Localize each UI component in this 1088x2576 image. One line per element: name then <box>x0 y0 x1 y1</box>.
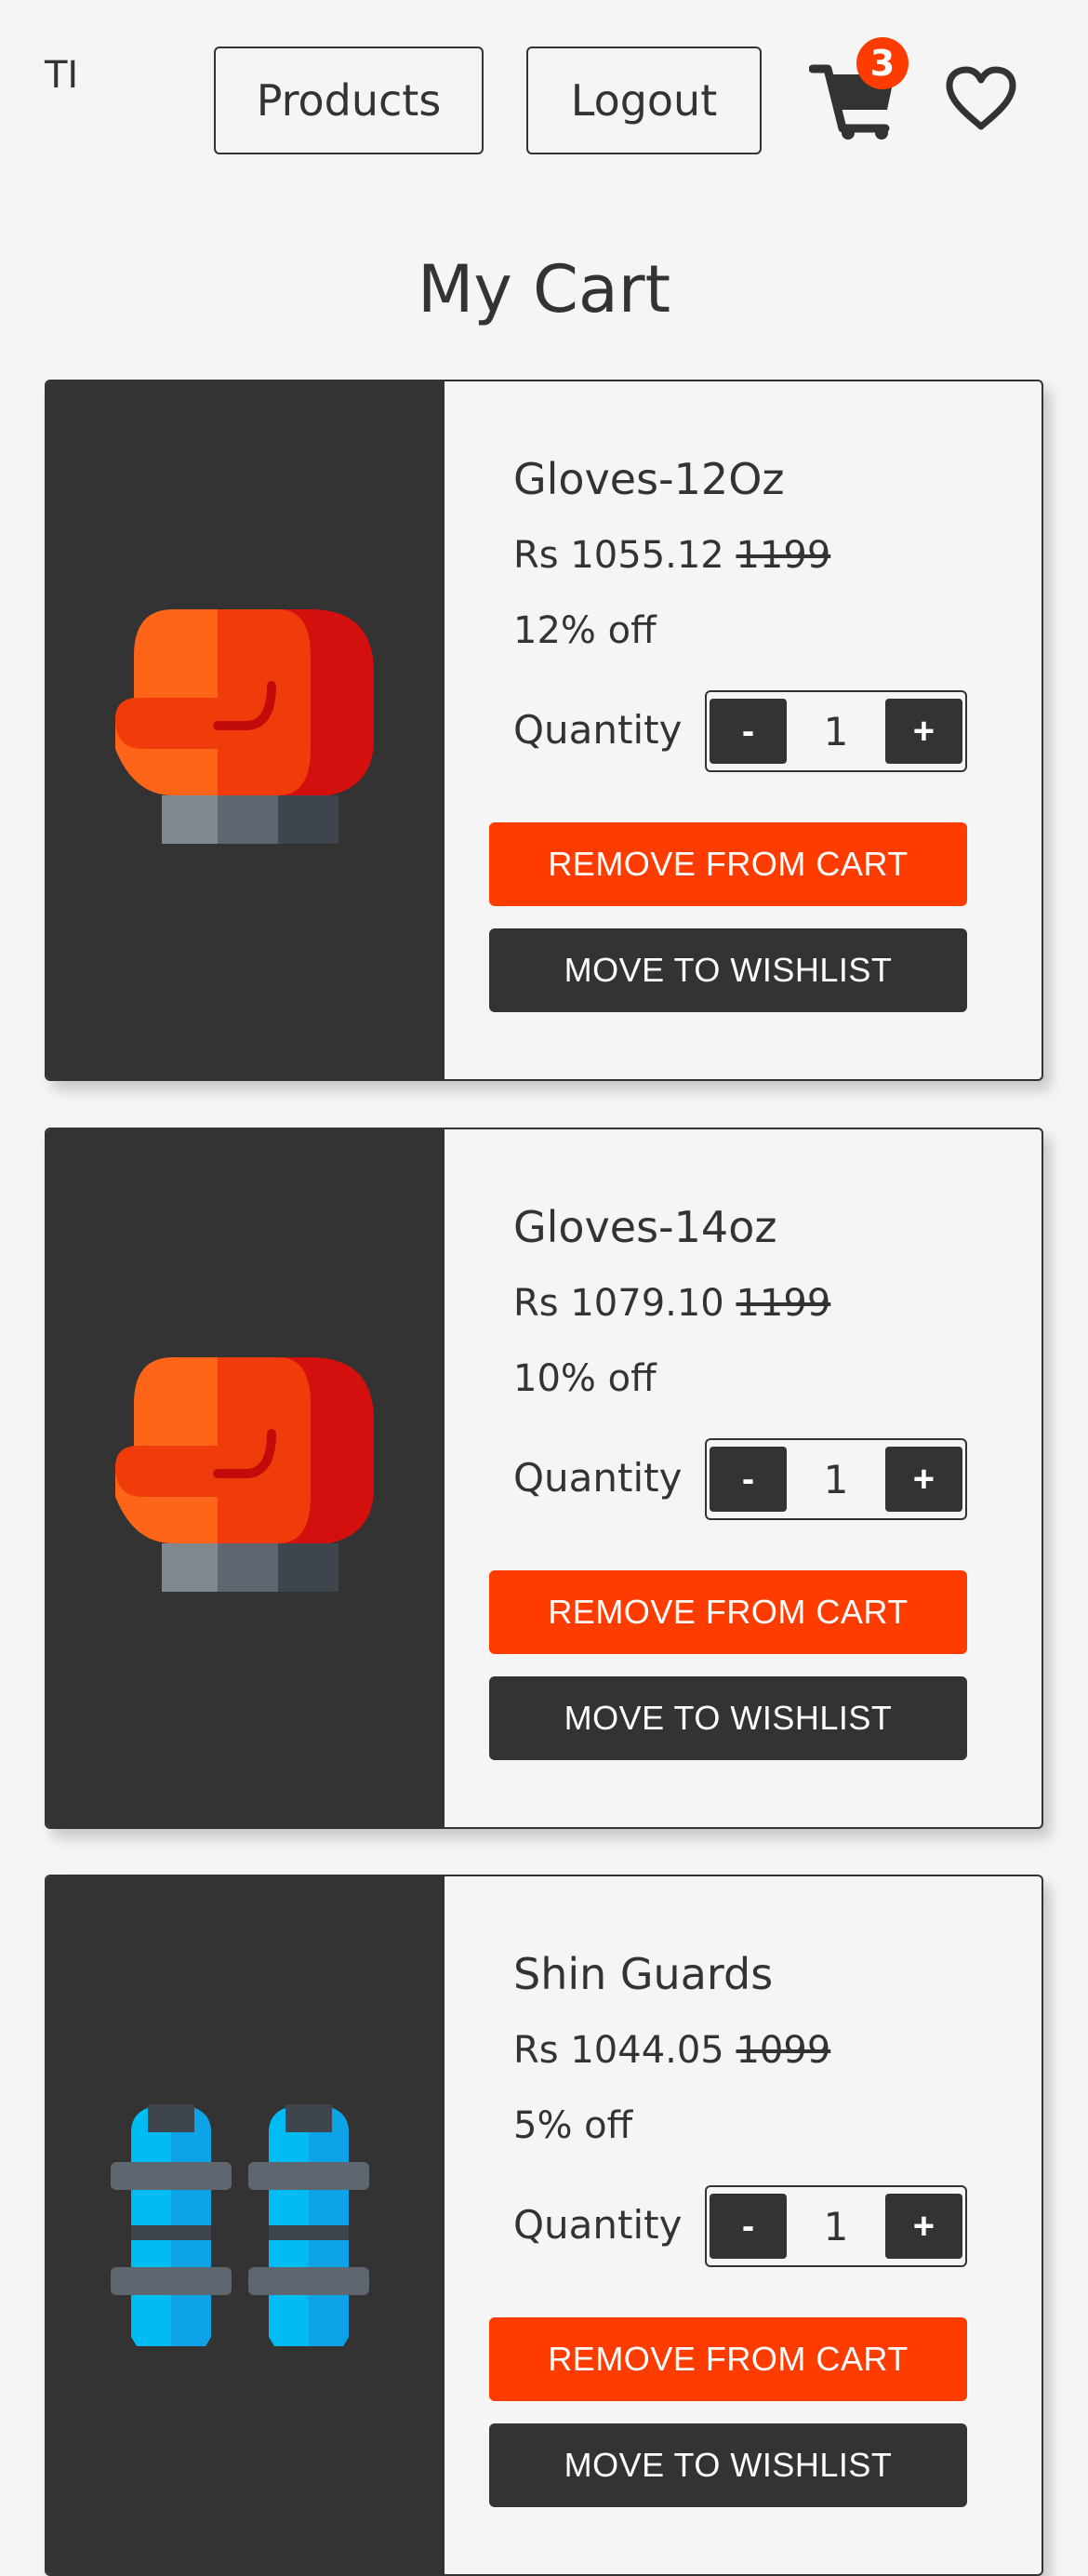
product-name: Shin Guards <box>513 1949 774 1999</box>
quantity-stepper: - 1 + <box>705 1438 967 1520</box>
remove-from-cart-button[interactable]: REMOVE FROM CART <box>489 1570 967 1654</box>
quantity-value: 1 <box>823 2203 849 2249</box>
discount-label: 12% off <box>513 609 657 652</box>
product-name: Gloves-14oz <box>513 1202 777 1252</box>
remove-from-cart-button[interactable]: REMOVE FROM CART <box>489 822 967 906</box>
cart-count-badge: 3 <box>856 37 909 89</box>
discounted-price: Rs 1044.05 <box>513 2029 724 2072</box>
logout-button[interactable]: Logout <box>526 47 762 154</box>
product-image <box>46 1876 444 2574</box>
increment-button[interactable]: + <box>884 1447 962 1512</box>
shin-guards-icon <box>111 2104 369 2346</box>
original-price: 1199 <box>736 534 831 577</box>
products-button[interactable]: Products <box>214 47 484 154</box>
quantity-value: 1 <box>823 1456 849 1502</box>
increment-button[interactable]: + <box>884 2194 962 2259</box>
product-details: Gloves-12Oz Rs 1055.12 1199 12% off Quan… <box>444 381 1042 1079</box>
product-image <box>46 1129 444 1827</box>
discounted-price: Rs 1055.12 <box>513 534 724 577</box>
product-price: Rs 1079.10 1199 <box>513 1282 830 1325</box>
increment-button[interactable]: + <box>884 699 962 764</box>
decrement-button[interactable]: - <box>710 699 787 764</box>
move-to-wishlist-button[interactable]: MOVE TO WISHLIST <box>489 928 967 1012</box>
move-to-wishlist-button[interactable]: MOVE TO WISHLIST <box>489 2423 967 2507</box>
quantity-label: Quantity <box>513 707 683 753</box>
discount-label: 10% off <box>513 1357 657 1400</box>
product-details: Shin Guards Rs 1044.05 1099 5% off Quant… <box>444 1876 1042 2574</box>
quantity-label: Quantity <box>513 2202 683 2248</box>
original-price: 1199 <box>736 1282 831 1325</box>
logo: TI <box>45 54 79 97</box>
cart-item-card: Shin Guards Rs 1044.05 1099 5% off Quant… <box>45 1875 1043 2576</box>
cart-item-card: Gloves-12Oz Rs 1055.12 1199 12% off Quan… <box>45 380 1043 1081</box>
cart-item-card: Gloves-14oz Rs 1079.10 1199 10% off Quan… <box>45 1128 1043 1829</box>
page-title: My Cart <box>417 251 671 327</box>
product-price: Rs 1044.05 1099 <box>513 2029 830 2072</box>
discounted-price: Rs 1079.10 <box>513 1282 724 1325</box>
product-image <box>46 381 444 1079</box>
product-details: Gloves-14oz Rs 1079.10 1199 10% off Quan… <box>444 1129 1042 1827</box>
boxing-glove-icon <box>115 609 374 844</box>
quantity-stepper: - 1 + <box>705 2185 967 2267</box>
quantity-stepper: - 1 + <box>705 690 967 772</box>
original-price: 1099 <box>736 2029 831 2072</box>
decrement-button[interactable]: - <box>710 1447 787 1512</box>
quantity-label: Quantity <box>513 1455 683 1501</box>
remove-from-cart-button[interactable]: REMOVE FROM CART <box>489 2317 967 2401</box>
quantity-value: 1 <box>823 708 849 754</box>
discount-label: 5% off <box>513 2104 633 2147</box>
boxing-glove-icon <box>115 1357 374 1592</box>
wishlist-button[interactable] <box>944 65 1018 132</box>
move-to-wishlist-button[interactable]: MOVE TO WISHLIST <box>489 1676 967 1760</box>
decrement-button[interactable]: - <box>710 2194 787 2259</box>
product-price: Rs 1055.12 1199 <box>513 534 830 577</box>
heart-icon <box>946 66 1016 130</box>
product-name: Gloves-12Oz <box>513 454 785 504</box>
